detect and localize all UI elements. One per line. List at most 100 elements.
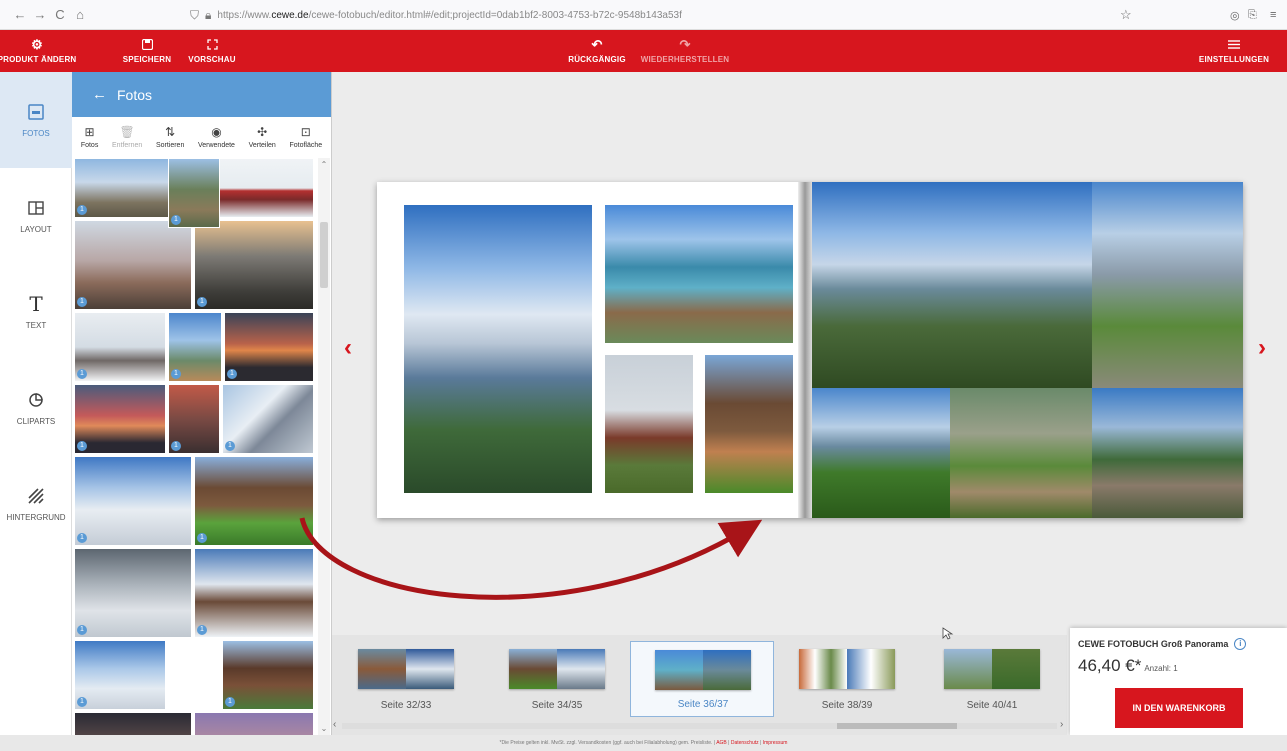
photo-thumb[interactable] (194, 712, 314, 735)
footer-agb-link[interactable]: AGB (716, 740, 727, 746)
rail-item-text[interactable]: T TEXT (0, 264, 72, 360)
layout-photo[interactable] (605, 205, 793, 343)
photo-area-button[interactable]: ⊡ Fotofläche (289, 125, 322, 149)
add-to-cart-button[interactable]: IN DEN WARENKORB (1115, 688, 1243, 728)
home-icon[interactable]: ⌂ (70, 7, 90, 22)
photos-panel: ← Fotos ⊞ Fotos 🗑︎ Entfernen ⇅ Sortieren… (72, 72, 332, 735)
layout-photo[interactable] (1092, 388, 1243, 518)
editor-canvas: ‹ › (332, 72, 1287, 635)
photo-thumb[interactable]: 1 (194, 548, 314, 638)
scroll-down-icon[interactable]: ⌄ (320, 724, 328, 733)
info-icon[interactable]: i (1234, 638, 1247, 650)
arrow-left-icon[interactable]: ← (92, 86, 107, 103)
used-button[interactable]: ◉ Verwendete (198, 125, 235, 149)
strip-scrollbar[interactable] (332, 721, 1067, 731)
settings-button[interactable]: EINSTELLUNGEN (1198, 34, 1270, 68)
extensions-icon[interactable]: ⎘ (1248, 9, 1257, 22)
spread-label: Seite 40/41 (966, 700, 1018, 711)
photo-thumb[interactable]: 1 (74, 456, 192, 546)
photo-thumb[interactable]: 1 (168, 312, 222, 382)
footer-imprint-link[interactable]: Impressum (763, 740, 788, 746)
photo-thumb[interactable]: 1 (74, 640, 166, 710)
bookmark-star-icon[interactable]: ☆ (1120, 7, 1132, 23)
photo-thumb[interactable]: 1 (168, 158, 220, 228)
tool-remove-label: Entfernen (111, 142, 143, 149)
photo-thumb[interactable]: 1 (74, 220, 192, 310)
layout-photo[interactable] (605, 355, 693, 493)
scroll-up-icon[interactable]: ⌃ (320, 160, 328, 169)
rail-item-cliparts[interactable]: CLIPARTS (0, 360, 72, 456)
save-icon (141, 39, 153, 51)
layout-photo[interactable] (705, 355, 793, 493)
photo-thumb[interactable]: 1 (222, 384, 314, 454)
scrollbar-thumb[interactable] (320, 222, 328, 288)
rail-text-label: TEXT (25, 320, 47, 330)
cart-box: CEWE FOTOBUCH Groß Panorama i 46,40 €* An… (1070, 628, 1287, 735)
tool-sort-label: Sortieren (155, 142, 185, 149)
spread-thumb[interactable]: Seite 38/39 (775, 641, 919, 717)
distribute-button[interactable]: ✣ Verteilen (249, 125, 276, 149)
product-change-button[interactable]: ⚙ PRODUKT ÄNDERN (0, 34, 76, 68)
photo-thumb[interactable]: 1 (194, 456, 314, 546)
save-button[interactable]: SPEICHERN (122, 34, 172, 68)
spread-label: Seite 38/39 (821, 700, 873, 711)
address-bar[interactable]: ⛉ 🔒︎ https://www. cewe.de/cewe-fotobuch/e… (190, 6, 1276, 24)
spread-thumb-active[interactable]: Seite 36/37 (630, 641, 774, 717)
spread-thumb[interactable]: Seite 34/35 (485, 641, 629, 717)
spread-label: Seite 36/37 (677, 699, 729, 710)
cart-price: 46,40 €* (1078, 656, 1142, 675)
photo-thumb[interactable]: 1 (222, 640, 314, 710)
sort-icon: ⇅ (165, 125, 176, 139)
undo-label: RÜCKGÄNGIG (568, 54, 626, 64)
spread-thumb[interactable]: Seite 40/41 (920, 641, 1064, 717)
panel-toolbar: ⊞ Fotos 🗑︎ Entfernen ⇅ Sortieren ◉ Verwe… (72, 117, 331, 157)
background-pattern-icon (27, 487, 45, 505)
lock-icon: 🔒︎ (205, 7, 212, 22)
photo-thumb[interactable]: 1 (74, 384, 166, 454)
remove-button[interactable]: 🗑︎ Entfernen (112, 125, 142, 149)
menu-icon[interactable]: ≡ (1270, 9, 1276, 21)
rail-item-photos[interactable]: FOTOS (0, 72, 72, 168)
rail-item-layout[interactable]: LAYOUT (0, 168, 72, 264)
prev-page-icon[interactable]: ‹ (344, 334, 352, 362)
undo-button[interactable]: ↶ RÜCKGÄNGIG (568, 34, 626, 68)
rail-item-background[interactable]: HINTERGRUND (0, 456, 72, 552)
spread-thumb[interactable]: Seite 32/33 (334, 641, 478, 717)
spread-label: Seite 32/33 (380, 700, 432, 711)
redo-button[interactable]: ↷ WIEDERHERSTELLEN (641, 34, 729, 68)
usage-badge: 1 (77, 205, 87, 215)
back-icon[interactable]: ← (10, 7, 30, 22)
photo-thumb[interactable]: 1 (168, 384, 220, 454)
photo-thumb[interactable]: 1 (194, 220, 314, 310)
preview-button[interactable]: VORSCHAU (188, 34, 236, 68)
photo-icon (27, 103, 45, 121)
reload-icon[interactable]: C (50, 7, 70, 22)
pocket-icon[interactable]: ◎ (1230, 9, 1240, 22)
browser-toolbar: ← → C ⌂ ⛉ 🔒︎ https://www. cewe.de/cewe-fo… (0, 0, 1287, 30)
redo-icon: ↷ (679, 36, 691, 52)
layout-photo[interactable] (812, 388, 950, 518)
panel-scrollbar[interactable]: ⌃ ⌄ (318, 158, 330, 735)
url-domain: cewe.de (271, 9, 309, 21)
layout-photo[interactable] (404, 205, 592, 493)
add-photos-button[interactable]: ⊞ Fotos (81, 125, 99, 149)
strip-scroll-thumb[interactable] (837, 723, 957, 729)
layout-photo[interactable] (1092, 182, 1243, 388)
photo-thumb[interactable] (74, 712, 192, 735)
strip-scroll-right-icon[interactable]: › (1060, 719, 1063, 730)
footer-privacy-link[interactable]: Datenschutz (731, 740, 759, 746)
next-page-icon[interactable]: › (1258, 334, 1266, 362)
layout-photo[interactable] (950, 388, 1092, 518)
clipart-icon (27, 391, 45, 409)
forward-icon[interactable]: → (30, 7, 50, 22)
panel-title: Fotos (117, 86, 153, 103)
tool-photos-label: Fotos (80, 142, 99, 149)
photo-thumb[interactable]: 1 (74, 312, 166, 382)
sort-button[interactable]: ⇅ Sortieren (156, 125, 184, 149)
layout-photo[interactable] (812, 182, 1092, 388)
usage-badge: 1 (77, 441, 87, 451)
photo-thumb[interactable]: 1 (74, 548, 192, 638)
add-to-cart-label: IN DEN WARENKORB (1132, 703, 1226, 713)
photo-thumb[interactable]: 1 (224, 312, 314, 382)
shield-icon: ⛉ (190, 7, 200, 22)
